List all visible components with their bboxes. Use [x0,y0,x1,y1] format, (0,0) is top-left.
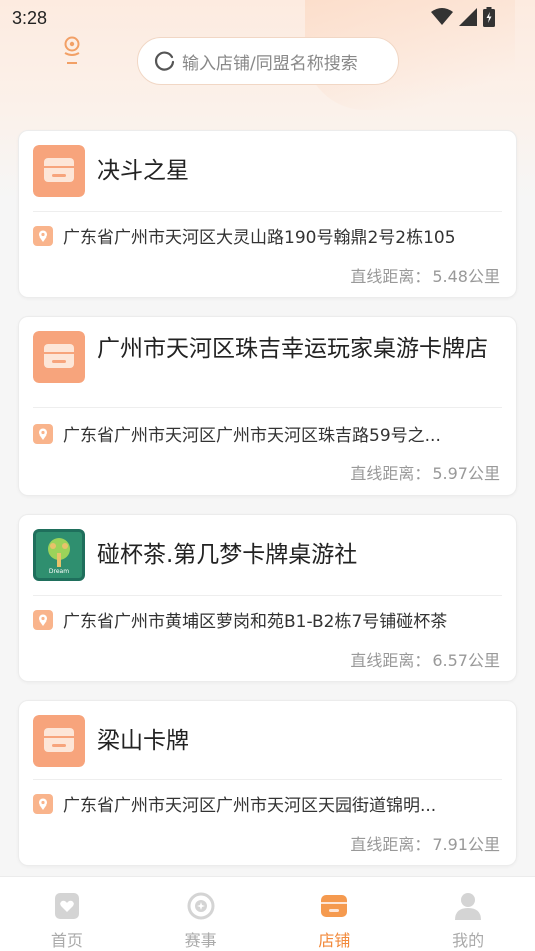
distance-value: 5.97公里 [432,464,500,483]
search-input[interactable]: 输入店铺/同盟名称搜索 [137,37,399,85]
store-address: 广东省广州市天河区大灵山路190号翰鼎2号2栋105 [63,228,456,248]
store-name: 广州市天河区珠吉幸运玩家桌游卡牌店 [97,336,488,362]
location-pin-icon [33,793,53,814]
tab-home[interactable]: 首页 [0,877,134,951]
search-placeholder: 输入店铺/同盟名称搜索 [182,53,358,74]
store-distance: 直线距离： 5.97公里 [348,460,500,484]
store-photo: Dream [33,529,85,581]
location-button[interactable] [58,36,86,80]
bottom-tab-bar: 首页 赛事 店铺 我的 [0,876,535,951]
location-pin-icon [33,609,53,630]
store-name: 碰杯茶.第几梦卡牌桌游社 [97,542,358,568]
store-card[interactable]: 决斗之星 广东省广州市天河区大灵山路190号翰鼎2号2栋105 直线距离： 5.4… [18,130,517,298]
store-card[interactable]: 广州市天河区珠吉幸运玩家桌游卡牌店 广东省广州市天河区广州市天河区珠吉路59号之… [18,316,517,496]
store-name: 梁山卡牌 [97,728,189,754]
header: 输入店铺/同盟名称搜索 [0,36,535,90]
divider [33,779,502,780]
svg-text:Dream: Dream [49,568,69,575]
tournament-icon [187,892,215,920]
battery-icon [483,7,495,27]
store-icon [33,331,85,383]
distance-label: 直线距离： [350,267,431,286]
store-address: 广东省广州市黄埔区萝岗和苑B1-B2栋7号铺碰杯茶 [63,612,448,632]
store-icon [33,145,85,197]
divider [33,211,502,212]
signal-icon [459,8,477,26]
distance-label: 直线距离： [350,464,431,483]
location-pin-icon [64,36,80,64]
location-pin-icon [33,423,53,444]
tab-profile[interactable]: 我的 [401,877,535,951]
store-address: 广东省广州市天河区广州市天河区天园街道锦明... [63,796,437,816]
store-icon [33,715,85,767]
distance-label: 直线距离： [350,651,431,670]
tab-label: 赛事 [184,931,217,950]
distance-value: 7.91公里 [432,835,500,854]
store-name: 决斗之星 [97,158,189,184]
status-bar: 3:28 [0,0,535,36]
distance-value: 5.48公里 [432,267,500,286]
store-card[interactable]: Dream 碰杯茶.第几梦卡牌桌游社 广东省广州市黄埔区萝岗和苑B1-B2栋7号… [18,514,517,682]
status-time: 3:28 [12,8,48,28]
divider [33,407,502,408]
tab-label: 首页 [50,931,83,950]
tab-store[interactable]: 店铺 [268,877,402,951]
tab-label: 我的 [452,931,485,950]
divider [33,595,502,596]
tab-label: 店铺 [318,931,351,950]
tab-tournament[interactable]: 赛事 [134,877,268,951]
search-icon [154,51,175,71]
wifi-icon [431,8,453,25]
store-distance: 直线距离： 6.57公里 [348,647,500,671]
home-icon [54,893,79,919]
distance-value: 6.57公里 [432,651,500,670]
distance-label: 直线距离： [350,835,431,854]
profile-icon [455,893,482,920]
store-card[interactable]: 梁山卡牌 广东省广州市天河区广州市天河区天园街道锦明... 直线距离： 7.91公… [18,700,517,866]
store-icon [321,895,348,917]
store-distance: 直线距离： 5.48公里 [348,263,500,287]
location-pin-icon [33,225,53,246]
store-distance: 直线距离： 7.91公里 [348,831,500,855]
store-address: 广东省广州市天河区广州市天河区珠吉路59号之... [63,426,441,446]
